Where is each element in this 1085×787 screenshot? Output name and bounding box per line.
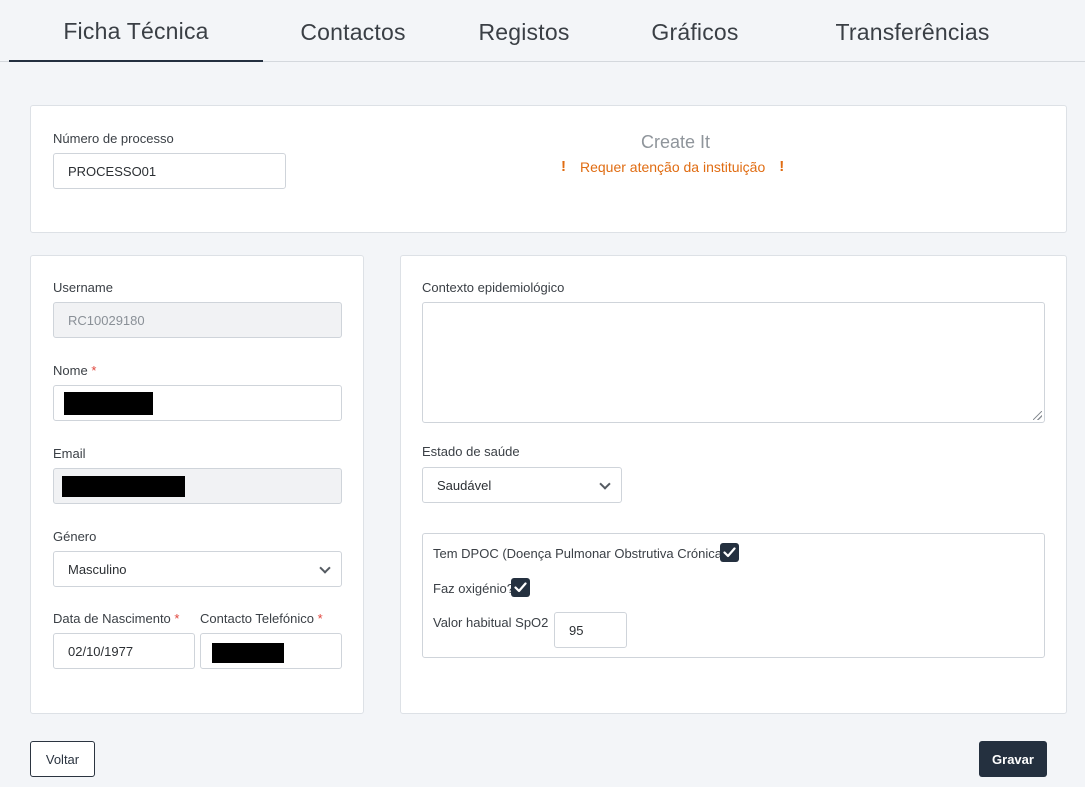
estado-select[interactable]: Saudável [422,467,622,503]
genero-label: Género [53,529,97,544]
process-number-input[interactable]: PROCESSO01 [53,153,286,189]
estado-value: Saudável [437,477,492,493]
create-it-title: Create It [641,132,711,152]
institution-alert: ! Requer atenção da instituição ! [561,158,784,175]
tab-transferencias[interactable]: Transferências [785,0,1040,62]
nome-input[interactable] [53,385,342,421]
redacted-block [62,476,185,497]
redacted-block [64,392,153,415]
voltar-button[interactable]: Voltar [30,741,95,777]
username-input: RC10029180 [53,302,342,338]
process-card: Número de processo PROCESSO01 Create It … [30,105,1067,233]
username-value: RC10029180 [68,312,145,328]
genero-value: Masculino [68,561,127,577]
dpoc-label: Tem DPOC (Doença Pulmonar Obstrutiva Cró… [433,546,727,561]
username-label: Username [53,280,113,295]
estado-label: Estado de saúde [422,444,520,459]
check-icon [723,547,736,558]
contexto-label: Contexto epidemiológico [422,280,565,295]
nascimento-input[interactable]: 02/10/1977 [53,633,195,669]
nascimento-value: 02/10/1977 [68,643,134,659]
resize-handle-icon[interactable] [1033,411,1042,420]
alert-text: Requer atenção da instituição [580,158,766,175]
contexto-textarea[interactable] [422,302,1045,423]
tab-bar: Ficha Técnica Contactos Registos Gráfico… [0,0,1085,62]
tab-registos[interactable]: Registos [443,0,605,62]
check-icon [514,582,527,593]
process-number-label: Número de processo [53,131,174,146]
tab-label: Ficha Técnica [63,17,209,44]
tab-label: Transferências [835,18,990,45]
tab-label: Gráficos [651,18,739,45]
chevron-down-icon [319,562,331,574]
tab-label: Contactos [300,18,406,45]
email-label: Email [53,446,86,461]
email-input [53,468,342,504]
contacto-label: Contacto Telefónico * [200,611,323,626]
tab-ficha-tecnica[interactable]: Ficha Técnica [9,0,263,62]
health-card: Contexto epidemiológico Estado de saúde … [400,255,1067,714]
spo2-input[interactable]: 95 [554,612,627,648]
tab-graficos[interactable]: Gráficos [605,0,785,62]
respiratory-box: Tem DPOC (Doença Pulmonar Obstrutiva Cró… [422,533,1045,658]
chevron-down-icon [599,478,611,490]
spo2-value: 95 [569,622,584,638]
process-number-value: PROCESSO01 [68,163,157,179]
tab-contactos[interactable]: Contactos [263,0,443,62]
redacted-block [212,643,284,663]
user-details-card: Username RC10029180 Nome * Email Género … [30,255,364,714]
nome-label: Nome * [53,363,97,378]
gravar-button[interactable]: Gravar [979,741,1047,777]
genero-select[interactable]: Masculino [53,551,342,587]
contacto-input[interactable] [200,633,342,669]
nascimento-label: Data de Nascimento * [53,611,180,626]
oxigenio-checkbox[interactable] [511,578,530,597]
spo2-label: Valor habitual SpO2 [433,615,549,630]
dpoc-checkbox[interactable] [720,543,739,562]
tab-label: Registos [478,18,570,45]
oxigenio-label: Faz oxigénio? [433,581,514,596]
exclamation-icon: ! [779,158,785,175]
exclamation-icon: ! [561,158,566,175]
